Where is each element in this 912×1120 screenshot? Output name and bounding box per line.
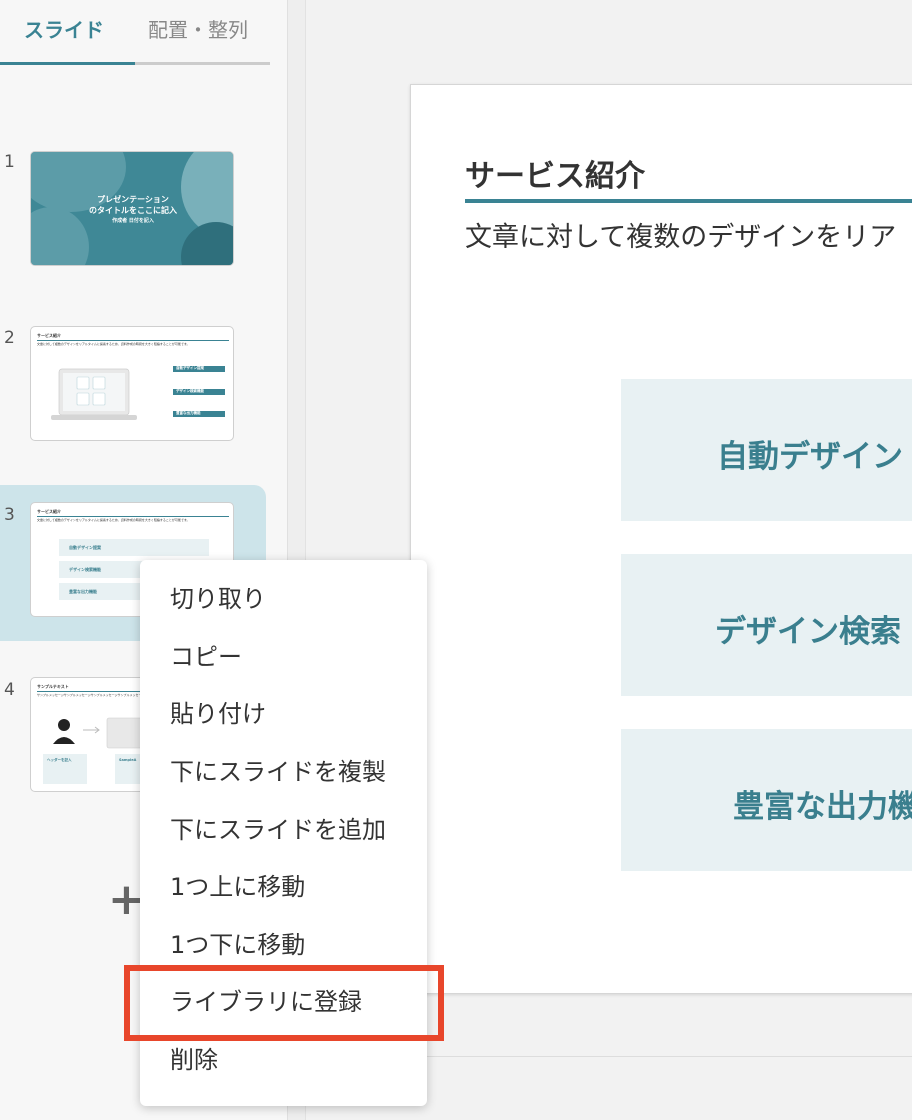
menu-item-cut[interactable]: 切り取り: [170, 579, 266, 619]
thumb-item: 豊富な出力機能: [69, 589, 97, 594]
thumb-item: デザイン検索機能: [69, 567, 101, 572]
menu-item-paste[interactable]: 貼り付け: [170, 694, 266, 734]
thumb-title-2: のタイトルをここに記入: [89, 206, 177, 215]
thumb-subtitle: 文章に対して複数のデザインをリアルタイムに提案するため、資料作成の時間を大きく短…: [37, 518, 190, 522]
tab-active-indicator: [0, 62, 135, 65]
menu-item-move-up[interactable]: 1つ上に移動: [170, 867, 305, 907]
thumb-title: プレゼンテーション: [97, 195, 169, 204]
thumb-title: サービス紹介: [37, 509, 61, 514]
thumb-item: ヘッダーを記入: [47, 758, 72, 762]
tab-slides[interactable]: スライド: [24, 14, 104, 50]
menu-item-move-down[interactable]: 1つ下に移動: [170, 925, 305, 965]
slide-number: 4: [4, 680, 15, 700]
slide-number: 3: [4, 505, 15, 525]
slide-subtitle[interactable]: 文章に対して複数のデザインをリア: [465, 215, 896, 254]
tab-arrange[interactable]: 配置・整列: [148, 14, 248, 50]
slide-thumbnail-row[interactable]: 1 プレゼンテーション のタイトルをここに記入 作成者 日付を記入: [0, 148, 266, 304]
thumb-item: デザイン検索機能: [176, 389, 204, 393]
feature-label: デザイン検索: [715, 614, 901, 650]
feature-box[interactable]: 自動デザイン: [621, 379, 912, 521]
feature-box[interactable]: デザイン検索: [621, 554, 912, 696]
slide-canvas[interactable]: サービス紹介 文章に対して複数のデザインをリア 自動デザイン デザイン検索 豊富…: [410, 84, 912, 994]
thumb-author: 作成者 日付を記入: [112, 218, 154, 224]
menu-item-duplicate-below[interactable]: 下にスライドを複製: [170, 752, 386, 792]
slide-thumbnail[interactable]: プレゼンテーション のタイトルをここに記入 作成者 日付を記入: [30, 151, 234, 266]
thumb-rule: [37, 516, 229, 517]
thumb-item: SampleA: [119, 758, 137, 762]
slide-thumbnail-row[interactable]: 2 サービス紹介 文章に対して複数のデザインをリアルタイムに提案するため、資料作…: [0, 324, 266, 480]
menu-item-add-below[interactable]: 下にスライドを追加: [170, 810, 386, 850]
feature-label: 自動デザイン: [717, 439, 903, 475]
thumb-item: 自動デザイン提案: [176, 366, 204, 370]
menu-item-copy[interactable]: コピー: [170, 637, 242, 677]
menu-item-delete[interactable]: 削除: [170, 1040, 218, 1080]
thumb-item: 自動デザイン提案: [69, 545, 101, 550]
highlight-annotation: [124, 965, 444, 1041]
laptop-illustration: [51, 366, 225, 420]
slide-thumbnail[interactable]: サービス紹介 文章に対して複数のデザインをリアルタイムに提案するため、資料作成の…: [30, 326, 234, 441]
slide-number: 1: [4, 152, 15, 172]
slide-title[interactable]: サービス紹介: [465, 151, 645, 195]
feature-label: 豊富な出力機: [733, 789, 912, 825]
thumb-item: 豊富な出力機能: [176, 411, 201, 415]
feature-box[interactable]: 豊富な出力機: [621, 729, 912, 871]
slide-number: 2: [4, 328, 15, 348]
title-rule: [465, 199, 912, 203]
